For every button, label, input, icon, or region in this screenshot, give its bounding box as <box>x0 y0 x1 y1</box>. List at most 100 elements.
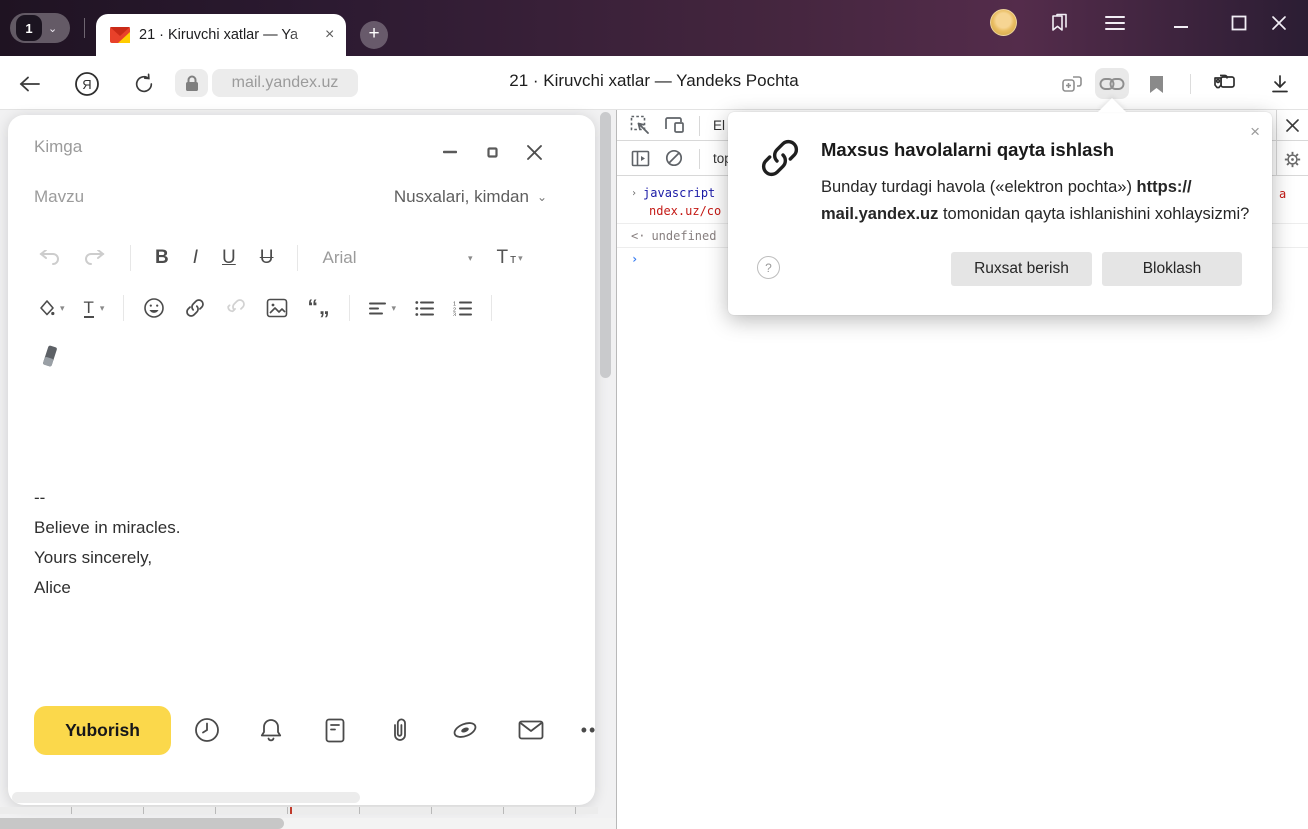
signature-separator: -- <box>34 488 46 507</box>
remove-link-icon[interactable] <box>225 297 247 319</box>
italic-button[interactable]: I <box>193 247 198 269</box>
console-wrapped-string: ndex.uz/co <box>649 204 722 218</box>
body-line: Believe in miracles. <box>34 518 181 537</box>
align-button[interactable]: ▾ <box>369 302 396 315</box>
window-close-icon[interactable] <box>1266 12 1292 34</box>
send-button[interactable]: Yuborish <box>34 706 171 755</box>
allow-button[interactable]: Ruxsat berish <box>951 252 1092 286</box>
subject-field-input[interactable] <box>8 181 368 215</box>
devtools-close-icon[interactable] <box>1279 113 1305 137</box>
tab-close-icon[interactable]: × <box>325 27 334 43</box>
page-ruler <box>0 807 598 814</box>
template-icon[interactable] <box>320 715 350 745</box>
redo-icon[interactable] <box>84 250 106 266</box>
svg-text:3: 3 <box>453 312 456 316</box>
underline-button[interactable]: U <box>222 247 236 269</box>
link-handler-popup: × Maxsus havolalarni qayta ishlash Bunda… <box>728 112 1272 315</box>
new-tab-button[interactable]: + <box>360 21 388 49</box>
profile-avatar[interactable] <box>990 9 1017 36</box>
tab-title: 21 · Kiruvchi xatlar — Ya <box>139 27 321 43</box>
yandex-mail-favicon <box>110 27 130 43</box>
fill-color-button[interactable]: ▾ <box>38 299 65 317</box>
split-tabs-icon[interactable] <box>1058 70 1086 98</box>
browser-horizontal-scrollbar[interactable] <box>0 818 616 829</box>
compose-restore-icon[interactable] <box>479 139 505 165</box>
reminder-bell-icon[interactable] <box>256 715 286 745</box>
devtools-divider <box>699 116 700 136</box>
cc-from-toggle[interactable]: Nusxalari, kimdan ⌄ <box>394 187 547 207</box>
collections-icon[interactable] <box>1210 70 1238 98</box>
popup-arrow <box>1098 98 1126 112</box>
address-bar[interactable]: mail.yandex.uz <box>212 69 358 97</box>
link-handler-icon[interactable] <box>1098 70 1126 98</box>
site-security-badge[interactable] <box>175 69 208 97</box>
browser-tab-mail[interactable]: 21 · Kiruvchi xatlar — Ya × <box>96 14 346 56</box>
expand-arrow-icon[interactable]: › <box>631 188 637 199</box>
toolbar-divider <box>1190 74 1191 94</box>
help-icon[interactable]: ? <box>757 256 780 279</box>
clear-console-icon[interactable] <box>661 146 687 170</box>
window-maximize-icon[interactable] <box>1226 12 1252 34</box>
back-arrow-icon[interactable] <box>16 70 44 98</box>
emoji-icon[interactable] <box>143 297 165 319</box>
compose-horizontal-scrollbar[interactable] <box>12 792 360 803</box>
window-titlebar: 1 ⌄ 21 · Kiruvchi xatlar — Ya × + <box>0 0 1308 56</box>
bookmarks-flag-icon[interactable] <box>1046 12 1072 34</box>
page-vertical-scrollbar[interactable] <box>600 112 611 378</box>
yandex-browser-icon[interactable]: Я <box>73 70 101 98</box>
console-result-value: undefined <box>651 229 717 243</box>
font-size-big-glyph: T <box>496 247 509 268</box>
console-string-tail: a <box>1279 187 1287 201</box>
compose-close-icon[interactable] <box>521 139 547 165</box>
bold-button[interactable]: B <box>155 247 169 269</box>
eraser-icon[interactable] <box>41 345 59 367</box>
result-arrow-icon: <· <box>631 229 646 243</box>
quote-icon[interactable]: “„ <box>307 296 330 320</box>
console-entry-input[interactable]: › javascript <box>631 186 715 200</box>
compose-window: Kimga Mavzu Nusxalari, kimdan ⌄ B I U U … <box>8 115 595 805</box>
strikethrough-button[interactable]: U <box>260 247 274 269</box>
downloads-icon[interactable] <box>1266 70 1294 98</box>
attach-from-disk-icon[interactable] <box>450 715 480 745</box>
chevron-down-icon[interactable]: ⌄ <box>48 22 57 35</box>
font-family-select[interactable]: Arial ▾ <box>322 248 472 268</box>
attach-file-icon[interactable] <box>385 715 415 745</box>
console-settings-gear-icon[interactable] <box>1279 147 1305 171</box>
devtools-tab-elements[interactable]: El <box>713 118 725 133</box>
text-color-button[interactable]: T ▾ <box>83 299 104 318</box>
devtools-divider <box>699 149 700 169</box>
font-size-select[interactable]: T т ▾ <box>496 247 522 269</box>
refresh-icon[interactable] <box>130 70 158 98</box>
font-size-small-glyph: т <box>510 250 517 266</box>
undo-icon[interactable] <box>38 250 60 266</box>
message-body[interactable]: -- Believe in miracles. Yours sincerely,… <box>34 483 180 603</box>
console-result-line[interactable]: <· undefined <box>631 229 716 243</box>
tab-counter[interactable]: 1 ⌄ <box>10 13 70 43</box>
insert-image-icon[interactable] <box>266 298 288 318</box>
compose-minimize-icon[interactable] <box>437 139 463 165</box>
more-options-button[interactable]: •• <box>574 715 604 745</box>
attach-from-mail-icon[interactable] <box>516 715 546 745</box>
cc-from-label: Nusxalari, kimdan <box>393 187 529 206</box>
window-minimize-icon[interactable] <box>1168 16 1194 38</box>
bookmark-icon[interactable] <box>1142 70 1170 98</box>
popup-body-text: Bunday turdagi havola («elektron pochta»… <box>821 178 1137 196</box>
numbered-list-icon[interactable]: 1 2 3 <box>453 301 472 316</box>
toolbar-divider <box>130 245 131 271</box>
console-prompt[interactable]: › <box>631 252 638 266</box>
tab-count-badge: 1 <box>16 15 42 41</box>
bullet-list-icon[interactable] <box>415 300 434 316</box>
device-toolbar-icon[interactable] <box>661 113 687 137</box>
block-button[interactable]: Bloklash <box>1102 252 1242 286</box>
console-sidebar-icon[interactable] <box>627 146 653 170</box>
popup-close-icon[interactable]: × <box>1250 122 1260 142</box>
titlebar-divider <box>84 18 85 38</box>
inspect-element-icon[interactable] <box>627 113 653 137</box>
insert-link-icon[interactable] <box>184 297 206 319</box>
body-line: Alice <box>34 578 71 597</box>
schedule-send-icon[interactable] <box>192 715 222 745</box>
menu-hamburger-icon[interactable] <box>1102 12 1128 34</box>
toolbar-divider <box>349 295 351 321</box>
chevron-down-icon: ⌄ <box>536 190 547 204</box>
scrollbar-thumb[interactable] <box>0 818 284 829</box>
